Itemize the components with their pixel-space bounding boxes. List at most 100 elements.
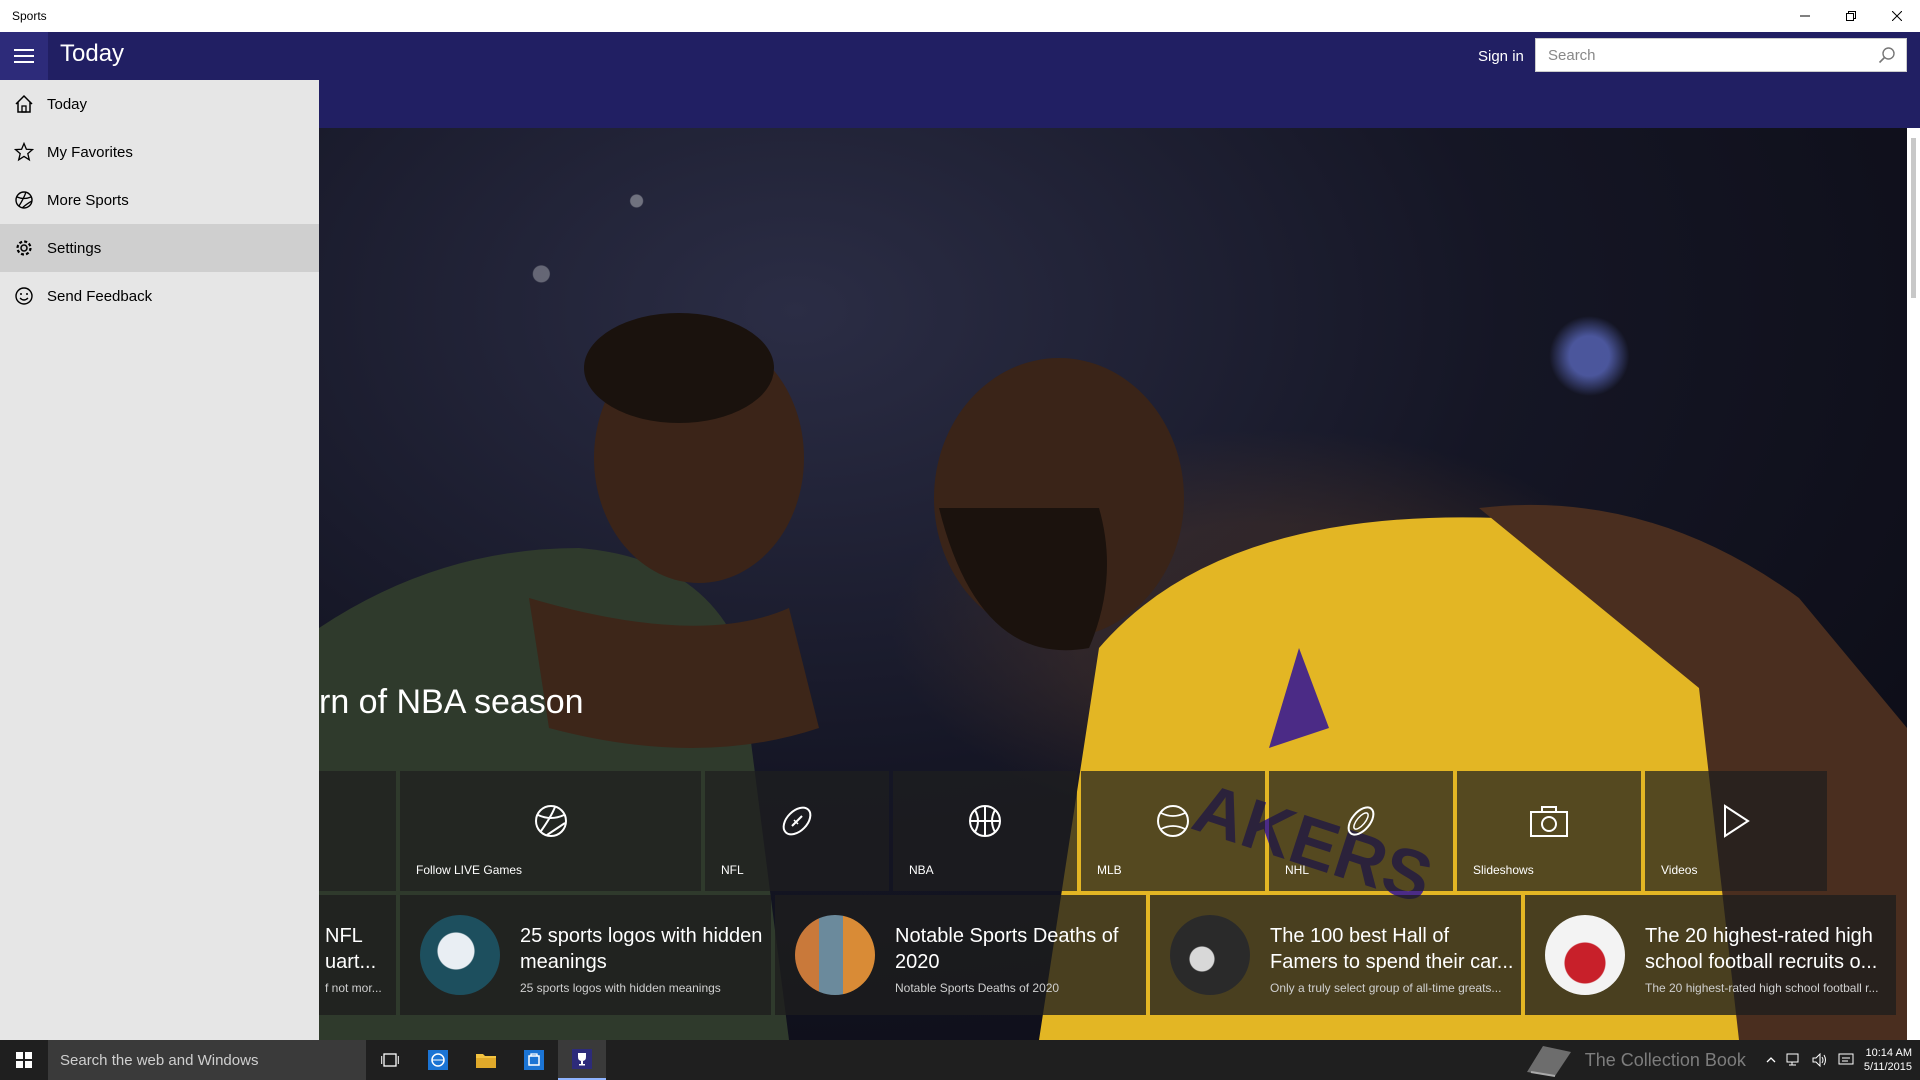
home-icon <box>14 94 34 114</box>
nav-item-label: Send Feedback <box>47 287 153 305</box>
tile-nhl[interactable]: NHL <box>1269 771 1453 891</box>
browser-icon <box>428 1050 448 1070</box>
nav-item-my-favorites[interactable]: My Favorites <box>0 128 319 176</box>
close-icon <box>1892 11 1902 21</box>
nav-item-label: Settings <box>47 239 102 257</box>
smiley-icon <box>14 286 34 306</box>
clock-date: 5/11/2015 <box>1863 1061 1912 1073</box>
news-thumbnail <box>1170 915 1250 995</box>
taskbar-app-browser[interactable] <box>414 1040 462 1080</box>
news-card[interactable]: The 100 best Hall of Famers to spend the… <box>1150 895 1521 1015</box>
news-subtitle: The 20 highest-rated high school footbal… <box>1645 981 1879 995</box>
window-title: Sports <box>12 9 47 23</box>
hamburger-button[interactable] <box>0 32 48 80</box>
windows-logo-icon <box>16 1052 32 1068</box>
book-icon <box>1526 1046 1571 1077</box>
taskbar-app-store[interactable] <box>510 1040 558 1080</box>
tile-label: NHL <box>1285 863 1310 877</box>
clock-time: 10:14 AM <box>1865 1047 1912 1059</box>
tile-nba[interactable]: NBA <box>893 771 1077 891</box>
task-view-button[interactable] <box>366 1040 414 1080</box>
chevron-up-icon[interactable] <box>1766 1055 1776 1065</box>
task-view-icon <box>381 1053 399 1067</box>
news-subtitle: Notable Sports Deaths of 2020 <box>895 981 1060 995</box>
news-title: Notable Sports Deaths of 2020 <box>895 925 1119 973</box>
nav-item-more-sports[interactable]: More Sports <box>0 176 319 224</box>
news-card[interactable]: Notable Sports Deaths of 2020 Notable Sp… <box>775 895 1146 1015</box>
gear-icon <box>14 238 34 258</box>
tile-slideshows[interactable]: Slideshows <box>1457 771 1641 891</box>
basketball-icon <box>969 805 1001 837</box>
camera-icon <box>1530 806 1568 837</box>
system-tray: The Collection Book 10:14 AM 5/11/2015 <box>1523 1040 1920 1080</box>
hero-headline[interactable]: rn of NBA season <box>319 683 584 722</box>
nav-item-send-feedback[interactable]: Send Feedback <box>0 272 319 320</box>
baseball-icon <box>1157 805 1189 837</box>
window-controls <box>1782 0 1920 32</box>
nav-item-today[interactable]: Today <box>0 80 319 128</box>
network-icon[interactable] <box>1786 1053 1802 1067</box>
news-thumbnail <box>1545 915 1625 995</box>
vertical-scrollbar[interactable] <box>1907 128 1920 1040</box>
volume-icon[interactable] <box>1812 1053 1828 1067</box>
puck-icon <box>1347 806 1375 836</box>
taskbar-clock[interactable]: 10:14 AM 5/11/2015 <box>1864 1046 1912 1074</box>
news-card[interactable]: NFL uart... f not mor... <box>319 895 396 1015</box>
nav-item-settings[interactable]: Settings <box>0 224 319 272</box>
sign-in-link[interactable]: Sign in <box>1478 48 1524 65</box>
news-subtitle: 25 sports logos with hidden meanings <box>520 981 721 995</box>
restore-icon <box>1846 11 1856 21</box>
start-button[interactable] <box>0 1040 48 1080</box>
news-row: NFL uart... f not mor... 25 sports logos… <box>319 895 1896 1015</box>
category-tiles: Follow LIVE Games NFL NBA MLB NHL Slides… <box>319 771 1827 891</box>
play-icon <box>1724 804 1750 838</box>
news-thumbnail <box>795 915 875 995</box>
tile-follow-live-games[interactable]: Follow LIVE Games <box>400 771 701 891</box>
taskbar-app-file-explorer[interactable] <box>462 1040 510 1080</box>
store-icon <box>524 1050 544 1070</box>
news-title: NFL uart... <box>325 925 377 973</box>
tile-clipped[interactable] <box>319 771 396 891</box>
search-input[interactable] <box>1546 45 1878 65</box>
minimize-button[interactable] <box>1782 0 1828 32</box>
minimize-icon <box>1800 15 1810 17</box>
folder-icon <box>476 1054 496 1068</box>
news-card[interactable]: The 20 highest-rated high school footbal… <box>1525 895 1896 1015</box>
news-card[interactable]: 25 sports logos with hidden meanings 25 … <box>400 895 771 1015</box>
news-thumbnail <box>420 915 500 995</box>
page-title: Today <box>60 40 125 67</box>
tile-nfl[interactable]: NFL <box>705 771 889 891</box>
taskbar-search-box[interactable]: Search the web and Windows <box>48 1040 366 1080</box>
nav-item-label: My Favorites <box>47 143 133 161</box>
navigation-pane: Today My Favorites More Sports Settings … <box>0 80 319 1040</box>
hamburger-icon <box>14 49 34 63</box>
tile-label: NBA <box>909 863 934 877</box>
tile-label: Slideshows <box>1473 863 1534 877</box>
watermark: The Collection Book <box>1523 1042 1746 1078</box>
taskbar: Search the web and Windows The Collectio… <box>0 1040 1920 1080</box>
search-icon[interactable] <box>1878 46 1896 64</box>
tile-label: Follow LIVE Games <box>416 863 523 877</box>
news-title: 25 sports logos with hidden meanings <box>520 925 763 973</box>
search-box <box>1535 38 1907 72</box>
tile-label: MLB <box>1097 863 1122 877</box>
trophy-icon <box>572 1049 592 1069</box>
nav-item-label: Today <box>47 95 88 113</box>
news-title: The 20 highest-rated high school footbal… <box>1645 925 1878 973</box>
taskbar-app-sports[interactable] <box>558 1040 606 1080</box>
tile-videos[interactable]: Videos <box>1645 771 1827 891</box>
football-icon <box>782 806 812 836</box>
watermark-text: The Collection Book <box>1584 1049 1746 1070</box>
news-subtitle: f not mor... <box>325 981 382 995</box>
sports-ball-icon <box>534 805 567 837</box>
news-title: The 100 best Hall of Famers to spend the… <box>1270 925 1514 973</box>
tile-label: Videos <box>1661 863 1698 877</box>
window-titlebar: Sports <box>0 0 1920 32</box>
news-subtitle: Only a truly select group of all-time gr… <box>1270 981 1502 995</box>
scrollbar-thumb[interactable] <box>1911 138 1916 298</box>
close-button[interactable] <box>1874 0 1920 32</box>
nav-item-label: More Sports <box>47 191 129 209</box>
restore-button[interactable] <box>1828 0 1874 32</box>
tile-mlb[interactable]: MLB <box>1081 771 1265 891</box>
notifications-icon[interactable] <box>1838 1053 1854 1067</box>
